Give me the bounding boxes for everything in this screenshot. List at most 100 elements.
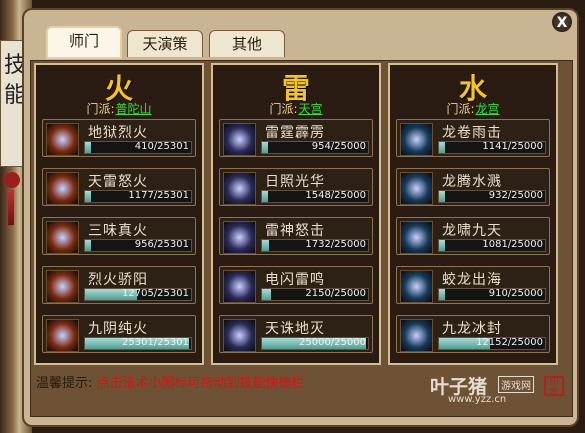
proficiency-text: 1732/25000 [305,239,366,250]
skill-row: 电闪雷鸣 2150/25000 [219,266,373,304]
skill-icon[interactable] [400,221,433,254]
skill-name: 天诛地灭 [265,321,325,337]
skill-row: 蛟龙出海 910/25000 [396,266,550,304]
skill-row: 九龙冰封 12152/25000 [396,315,550,353]
proficiency-text: 410/25301 [134,141,189,152]
skill-icon[interactable] [400,270,433,303]
sect-line: 门派:天宫 [213,101,379,117]
proficiency-bar: 1177/25301 [84,190,192,203]
skill-icon[interactable] [46,172,79,205]
sect-line: 门派:普陀山 [36,101,202,117]
skill-name: 地狱烈火 [88,125,148,141]
close-button[interactable]: X [550,10,574,34]
skill-name: 蛟龙出海 [442,272,502,288]
skill-row: 九阴纯火 25301/25301 [42,315,196,353]
watermark-url: www.yzz.cn [448,394,507,405]
proficiency-bar: 956/25301 [84,239,192,252]
skill-name: 龙卷雨击 [442,125,502,141]
hint-label: 温馨提示: [36,376,93,391]
sect-label: 门派: [86,102,115,116]
skill-name: 雷神怒击 [265,223,325,239]
skill-icon[interactable] [223,319,256,352]
scroll-knot [4,172,20,188]
skill-name: 日照光华 [265,174,325,190]
skill-column: 水门派:龙宫龙卷雨击 1141/25000 龙腾水溅 932/25000 龙啸九天 108… [388,63,558,365]
skill-name: 雷霆霹雳 [265,125,325,141]
skill-name: 龙腾水溅 [442,174,502,190]
skill-row: 烈火骄阳 12705/25301 [42,266,196,304]
skill-icon[interactable] [46,123,79,156]
watermark: 叶子猪 游戏网 www.yzz.cn 印章 [420,372,568,406]
proficiency-text: 1141/25000 [482,141,543,152]
skill-row: 三味真火 956/25301 [42,217,196,255]
skill-icon[interactable] [400,319,433,352]
skill-column: 雷门派:天宫雷霆霹雳 954/25000 日照光华 1548/25000 雷神怒击 173… [211,63,381,365]
proficiency-bar: 1548/25000 [261,190,369,203]
skill-name: 三味真火 [88,223,148,239]
skill-name: 烈火骄阳 [88,272,148,288]
proficiency-bar: 25000/25000 [261,337,369,350]
skill-row: 龙腾水溅 932/25000 [396,168,550,206]
watermark-badge: 游戏网 [498,376,534,393]
proficiency-bar: 25301/25301 [84,337,192,350]
skill-name: 九阴纯火 [88,321,148,337]
skill-row: 雷霆霹雳 954/25000 [219,119,373,157]
skill-icon[interactable] [46,270,79,303]
proficiency-bar: 12152/25000 [438,337,546,350]
skill-icon[interactable] [223,172,256,205]
proficiency-text: 2150/25000 [305,288,366,299]
proficiency-bar: 1081/25000 [438,239,546,252]
skill-icon[interactable] [400,123,433,156]
proficiency-text: 12152/25000 [476,337,543,348]
proficiency-bar: 410/25301 [84,141,192,154]
skill-column: 火门派:普陀山 地狱烈火 410/25301 天雷怒火 1177/25301 三味真火 95… [34,63,204,365]
skill-row: 天雷怒火 1177/25301 [42,168,196,206]
proficiency-bar: 954/25000 [261,141,369,154]
sect-link[interactable]: 普陀山 [116,102,152,116]
skill-icon[interactable] [223,221,256,254]
hint-bar: 温馨提示: 点击法术小图标可拖动到技能快捷栏 [36,372,305,391]
skill-icon[interactable] [46,221,79,254]
sect-label: 门派: [446,102,475,116]
skill-name: 龙啸九天 [442,223,502,239]
element-title: 火 [104,72,133,105]
skill-icon[interactable] [46,319,79,352]
element-title: 水 [458,72,487,105]
watermark-seal: 印章 [544,376,564,398]
skill-name: 天雷怒火 [88,174,148,190]
element-title: 雷 [281,72,310,105]
proficiency-text: 932/25000 [488,190,543,201]
skill-name: 电闪雷鸣 [265,272,325,288]
proficiency-bar: 1732/25000 [261,239,369,252]
tab-other[interactable]: 其他 [209,30,285,57]
sect-link[interactable]: 天宫 [299,102,323,116]
skill-row: 日照光华 1548/25000 [219,168,373,206]
proficiency-text: 1548/25000 [305,190,366,201]
sect-link[interactable]: 龙宫 [476,102,500,116]
skill-icon[interactable] [400,172,433,205]
skill-row: 地狱烈火 410/25301 [42,119,196,157]
proficiency-text: 25301/25301 [122,337,189,348]
proficiency-bar: 1141/25000 [438,141,546,154]
proficiency-text: 956/25301 [134,239,189,250]
skill-row: 龙卷雨击 1141/25000 [396,119,550,157]
proficiency-bar: 12705/25301 [84,288,192,301]
sect-line: 门派:龙宫 [390,101,556,117]
skill-icon[interactable] [223,270,256,303]
proficiency-text: 1177/25301 [128,190,189,201]
proficiency-text: 1081/25000 [482,239,543,250]
skill-row: 天诛地灭 25000/25000 [219,315,373,353]
proficiency-bar: 932/25000 [438,190,546,203]
proficiency-text: 12705/25301 [122,288,189,299]
proficiency-bar: 910/25000 [438,288,546,301]
skill-name: 九龙冰封 [442,321,502,337]
proficiency-text: 910/25000 [488,288,543,299]
skill-icon[interactable] [223,123,256,156]
tab-tianyance[interactable]: 天演策 [127,30,203,57]
skill-row: 龙啸九天 1081/25000 [396,217,550,255]
scroll-tassel [8,190,14,225]
proficiency-text: 954/25000 [311,141,366,152]
hint-text: 点击法术小图标可拖动到技能快捷栏 [96,376,305,391]
tab-shimen[interactable]: 师门 [46,26,122,59]
proficiency-bar: 2150/25000 [261,288,369,301]
